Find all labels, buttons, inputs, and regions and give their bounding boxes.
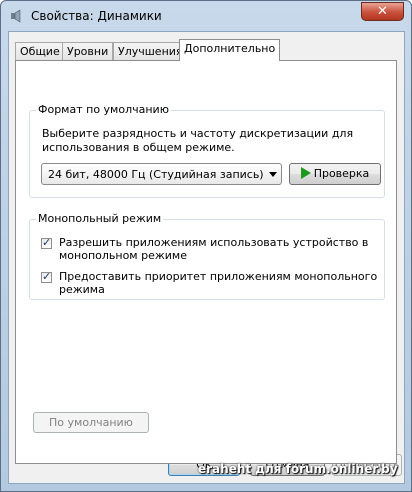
default-format-group: Формат по умолчанию Выберите разрядность… (29, 103, 385, 198)
allow-exclusive-checkbox[interactable] (41, 236, 52, 249)
format-select[interactable]: 24 бит, 48000 Гц (Студийная запись) (41, 163, 282, 185)
default-format-legend: Формат по умолчанию (36, 103, 171, 116)
title-bar[interactable]: Свойства: Динамики ✕ (1, 1, 411, 31)
tab-advanced[interactable]: Дополнительно (179, 39, 281, 61)
tab-label: Уровни (67, 45, 109, 58)
exclusive-mode-group: Монопольный режим Разрешить приложениям … (29, 212, 385, 300)
close-button[interactable]: ✕ (361, 2, 404, 21)
tab-general[interactable]: Общие (15, 42, 65, 60)
tab-enhancements[interactable]: Улучшения (113, 42, 188, 60)
priority-exclusive-label: Предоставить приоритет приложениям моноп… (59, 270, 378, 296)
tab-label: Общие (20, 45, 60, 58)
properties-window: Свойства: Динамики ✕ Общие Уровни Улучше… (0, 0, 412, 492)
close-icon: ✕ (377, 4, 388, 19)
play-icon (300, 167, 311, 179)
restore-defaults-button[interactable]: По умолчанию (33, 412, 149, 433)
chevron-down-icon (269, 172, 277, 177)
test-button-label: Проверка (313, 167, 370, 180)
dialog-body: Общие Уровни Улучшения Дополнительно Фор… (8, 31, 405, 484)
test-button[interactable]: Проверка (289, 163, 381, 185)
watermark-text: eraheht для forum.onliner.by (198, 462, 398, 476)
speaker-icon (11, 9, 21, 23)
window-title: Свойства: Динамики (31, 9, 162, 23)
default-format-description: Выберите разрядность и частоту дискретиз… (42, 127, 354, 154)
tab-label: Улучшения (118, 45, 183, 58)
tab-label: Дополнительно (184, 42, 276, 55)
priority-exclusive-checkbox[interactable] (41, 270, 52, 283)
exclusive-mode-legend: Монопольный режим (36, 212, 164, 225)
allow-exclusive-label: Разрешить приложениям использовать устро… (59, 236, 369, 262)
tab-levels[interactable]: Уровни (62, 42, 114, 60)
format-select-value: 24 бит, 48000 Гц (Студийная запись) (48, 168, 264, 181)
advanced-tab-panel: Формат по умолчанию Выберите разрядность… (15, 60, 397, 464)
